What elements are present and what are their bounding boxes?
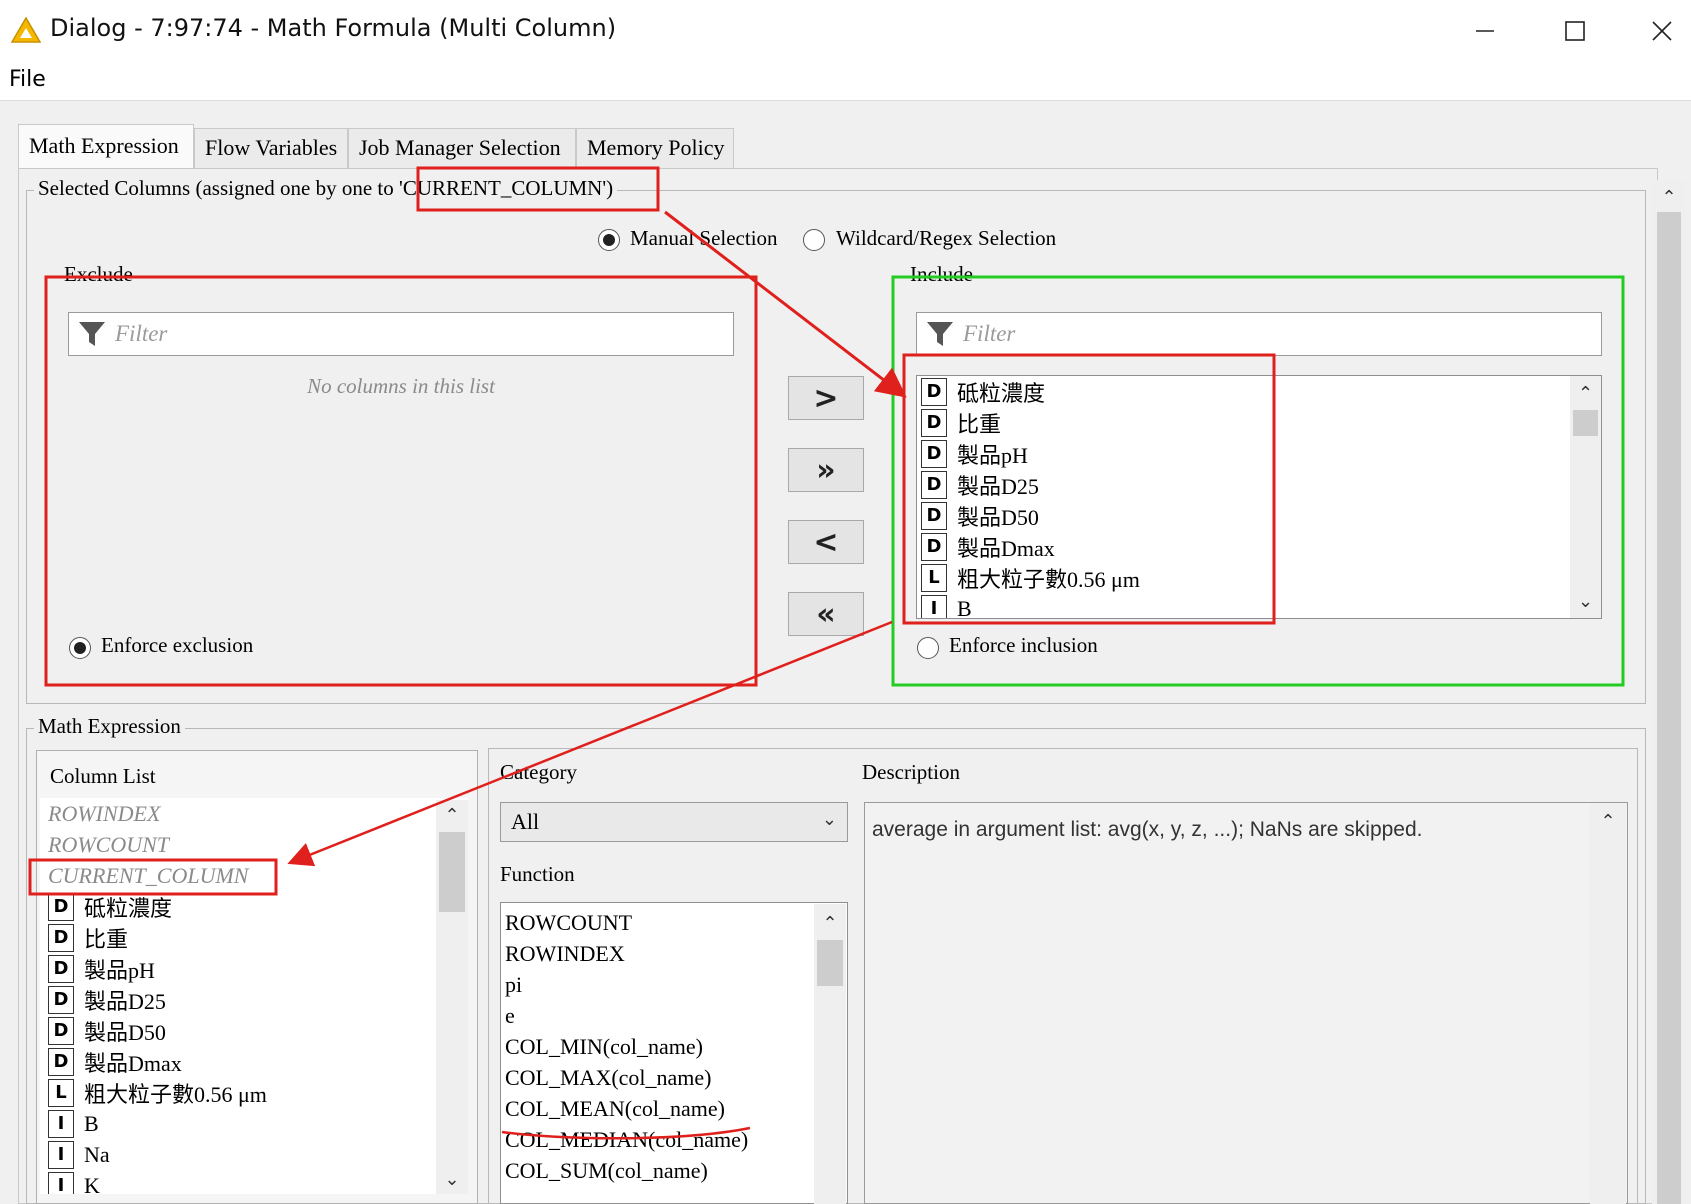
annotation-arrow-to-current-column xyxy=(287,620,893,867)
annotation-box-include-list xyxy=(902,353,1276,625)
annotation-box-current-column xyxy=(28,858,278,896)
annotation-box-legend-token xyxy=(416,166,660,212)
annotation-overlay xyxy=(28,166,1625,1140)
annotation-underline-col-mean xyxy=(501,1126,751,1140)
annotation-arrow-to-include xyxy=(664,210,907,398)
annotation-box-exclude xyxy=(44,275,758,687)
